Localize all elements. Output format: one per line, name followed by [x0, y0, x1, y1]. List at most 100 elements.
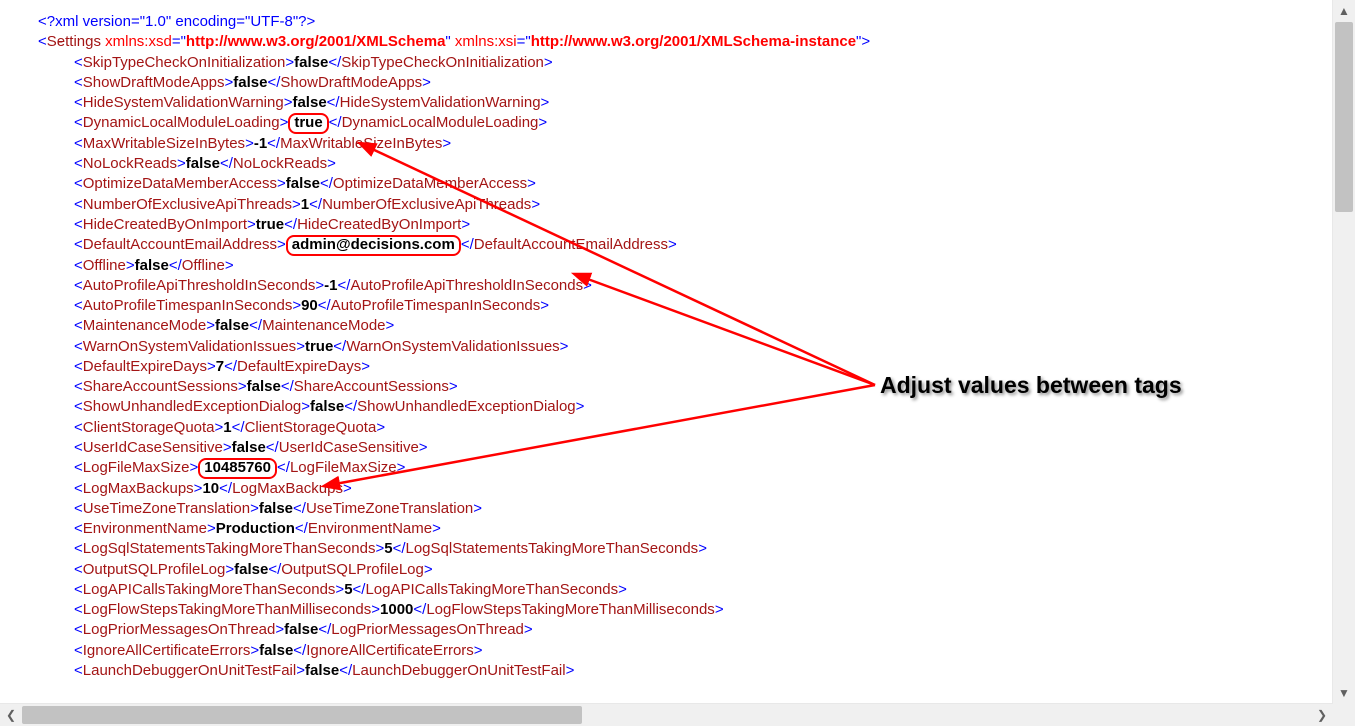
xml-element: <ShareAccountSessions>false</ShareAccoun…	[38, 377, 1333, 397]
xml-value[interactable]: true	[305, 338, 333, 355]
xml-value[interactable]: Production	[216, 520, 295, 537]
xml-tag-name: OutputSQLProfileLog	[83, 561, 226, 578]
scroll-down-icon[interactable]: ▼	[1333, 682, 1355, 704]
xml-declaration: <?xml version="1.0" encoding="UTF-8"?>	[38, 12, 1333, 32]
xml-tag-name: ClientStorageQuota	[83, 419, 215, 436]
xml-element: <SkipTypeCheckOnInitialization>false</Sk…	[38, 53, 1333, 73]
xml-value[interactable]: 5	[384, 540, 392, 557]
xml-element: <MaxWritableSizeInBytes>-1</MaxWritableS…	[38, 134, 1333, 154]
xml-document: <?xml version="1.0" encoding="UTF-8"?> -…	[0, 12, 1333, 681]
xml-tag-name: UserIdCaseSensitive	[83, 439, 223, 456]
xml-value[interactable]: false	[215, 317, 249, 334]
xml-value[interactable]: false	[232, 439, 266, 456]
xml-value[interactable]: false	[259, 642, 293, 659]
scroll-left-icon[interactable]: ❮	[0, 704, 22, 726]
xml-tag-name: NoLockReads	[83, 155, 177, 172]
xml-tag-name: HideSystemValidationWarning	[83, 94, 284, 111]
xml-viewer: <?xml version="1.0" encoding="UTF-8"?> -…	[0, 0, 1333, 704]
xml-element: <EnvironmentName>Production</Environment…	[38, 519, 1333, 539]
xml-value[interactable]: false	[294, 54, 328, 71]
xml-tag-name: AutoProfileApiThresholdInSeconds	[83, 277, 316, 294]
xml-element: <IgnoreAllCertificateErrors>false</Ignor…	[38, 641, 1333, 661]
xml-value[interactable]: 10	[202, 480, 219, 497]
xml-tag-name: DefaultExpireDays	[83, 358, 207, 375]
xml-element: <AutoProfileApiThresholdInSeconds>-1</Au…	[38, 276, 1333, 296]
xml-tag-name: LaunchDebuggerOnUnitTestFail	[83, 662, 296, 679]
xml-element: <ClientStorageQuota>1</ClientStorageQuot…	[38, 418, 1333, 438]
xml-value[interactable]: true	[256, 216, 284, 233]
xml-value[interactable]: -1	[254, 135, 267, 152]
xml-tag-name: IgnoreAllCertificateErrors	[83, 642, 251, 659]
xml-element: <LogSqlStatementsTakingMoreThanSeconds>5…	[38, 539, 1333, 559]
xml-element: <WarnOnSystemValidationIssues>true</Warn…	[38, 337, 1333, 357]
collapse-toggle[interactable]: -	[58, 32, 63, 52]
xml-element: <HideCreatedByOnImport>true</HideCreated…	[38, 215, 1333, 235]
xml-value[interactable]: 1	[223, 419, 231, 436]
xml-element: <OptimizeDataMemberAccess>false</Optimiz…	[38, 174, 1333, 194]
xml-tag-name: UseTimeZoneTranslation	[83, 500, 250, 517]
xml-element: <LaunchDebuggerOnUnitTestFail>false</Lau…	[38, 661, 1333, 681]
xml-element: <NumberOfExclusiveApiThreads>1</NumberOf…	[38, 195, 1333, 215]
xml-tag-name: WarnOnSystemValidationIssues	[83, 338, 296, 355]
xml-tag-name: DynamicLocalModuleLoading	[83, 114, 280, 131]
xml-element: <LogPriorMessagesOnThread>false</LogPrio…	[38, 620, 1333, 640]
xml-tag-name: NumberOfExclusiveApiThreads	[83, 196, 292, 213]
xml-value[interactable]: false	[286, 175, 320, 192]
scrollbar-corner	[1333, 704, 1355, 726]
xml-tag-name: DefaultAccountEmailAddress	[83, 236, 277, 253]
vertical-scroll-thumb[interactable]	[1335, 22, 1353, 212]
xml-tag-name: MaintenanceMode	[83, 317, 206, 334]
xml-value[interactable]: false	[186, 155, 220, 172]
xml-element: <UseTimeZoneTranslation>false</UseTimeZo…	[38, 499, 1333, 519]
xml-element: <NoLockReads>false</NoLockReads>	[38, 154, 1333, 174]
xml-element: <DynamicLocalModuleLoading>true</Dynamic…	[38, 113, 1333, 134]
horizontal-scrollbar[interactable]: ❮ ❯	[0, 703, 1333, 726]
xml-value[interactable]: false	[305, 662, 339, 679]
xml-element: <Offline>false</Offline>	[38, 256, 1333, 276]
xml-tag-name: OptimizeDataMemberAccess	[83, 175, 277, 192]
elements-container: <SkipTypeCheckOnInitialization>false</Sk…	[38, 53, 1333, 682]
xml-value[interactable]: 7	[216, 358, 224, 375]
scroll-right-icon[interactable]: ❯	[1311, 704, 1333, 726]
xml-element: <DefaultExpireDays>7</DefaultExpireDays>	[38, 357, 1333, 377]
xml-value[interactable]: -1	[324, 277, 337, 294]
xml-value[interactable]: 90	[301, 297, 318, 314]
scroll-up-icon[interactable]: ▲	[1333, 0, 1355, 22]
xml-element: <LogAPICallsTakingMoreThanSeconds>5</Log…	[38, 580, 1333, 600]
xml-value[interactable]: false	[310, 398, 344, 415]
xml-value[interactable]: false	[233, 74, 267, 91]
xml-element: <MaintenanceMode>false</MaintenanceMode>	[38, 316, 1333, 336]
xml-value[interactable]: false	[247, 378, 281, 395]
xml-value[interactable]: false	[135, 257, 169, 274]
xml-value[interactable]: 1	[301, 196, 309, 213]
xml-tag-name: LogSqlStatementsTakingMoreThanSeconds	[83, 540, 376, 557]
xml-value[interactable]: false	[234, 561, 268, 578]
xml-tag-name: LogAPICallsTakingMoreThanSeconds	[83, 581, 336, 598]
xml-tag-name: AutoProfileTimespanInSeconds	[83, 297, 293, 314]
xml-tag-name: LogPriorMessagesOnThread	[83, 621, 276, 638]
xml-element: <LogFlowStepsTakingMoreThanMilliseconds>…	[38, 600, 1333, 620]
xml-value[interactable]: false	[292, 94, 326, 111]
xml-tag-name: SkipTypeCheckOnInitialization	[83, 54, 286, 71]
xml-value[interactable]: false	[259, 500, 293, 517]
xml-element: <OutputSQLProfileLog>false</OutputSQLPro…	[38, 560, 1333, 580]
xml-value[interactable]: 1000	[380, 601, 413, 618]
vertical-scrollbar[interactable]: ▲ ▼	[1332, 0, 1355, 704]
xml-tag-name: LogFileMaxSize	[83, 459, 190, 476]
xml-value[interactable]: 10485760	[198, 458, 277, 479]
xml-value[interactable]: 5	[344, 581, 352, 598]
xml-tag-name: LogFlowStepsTakingMoreThanMilliseconds	[83, 601, 371, 618]
xml-tag-name: MaxWritableSizeInBytes	[83, 135, 245, 152]
xml-element: <ShowUnhandledExceptionDialog>false</Sho…	[38, 397, 1333, 417]
xml-tag-name: HideCreatedByOnImport	[83, 216, 247, 233]
horizontal-scroll-thumb[interactable]	[22, 706, 582, 724]
xml-tag-name: ShareAccountSessions	[83, 378, 238, 395]
xml-value[interactable]: false	[284, 621, 318, 638]
xml-element: <DefaultAccountEmailAddress>admin@decisi…	[38, 235, 1333, 256]
xml-tag-name: EnvironmentName	[83, 520, 207, 537]
xml-value[interactable]: admin@decisions.com	[286, 235, 461, 256]
xml-tag-name: LogMaxBackups	[83, 480, 194, 497]
xml-element: <ShowDraftModeApps>false</ShowDraftModeA…	[38, 73, 1333, 93]
xml-element: <HideSystemValidationWarning>false</Hide…	[38, 93, 1333, 113]
xml-value[interactable]: true	[288, 113, 328, 134]
